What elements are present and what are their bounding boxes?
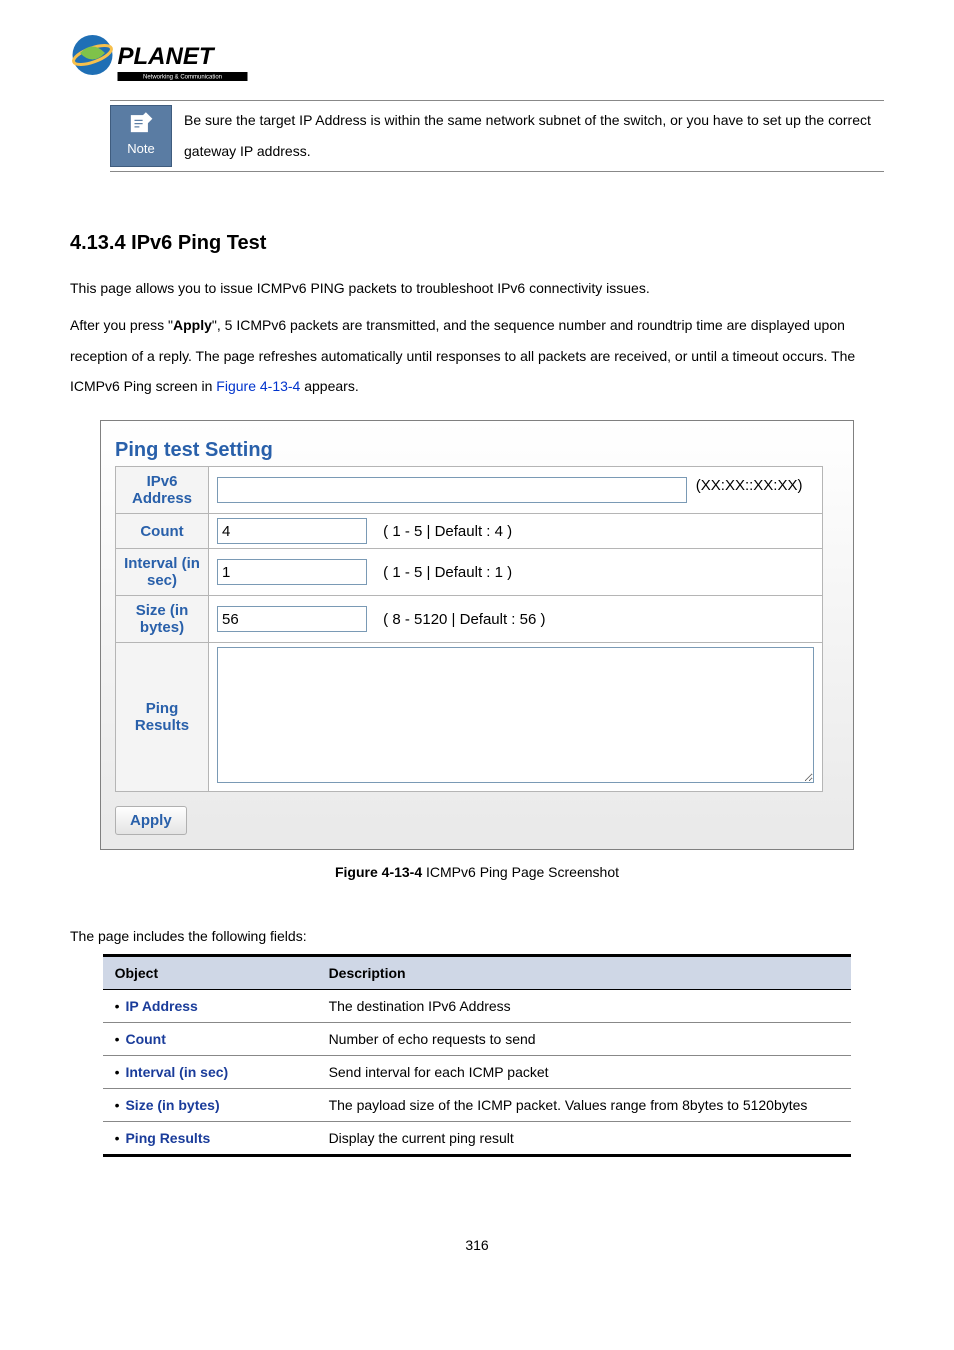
note-label: Note bbox=[127, 135, 154, 164]
logo-tagline-text: Networking & Communication bbox=[143, 75, 222, 81]
section-heading: 4.13.4 IPv6 Ping Test bbox=[70, 232, 884, 255]
input-size[interactable] bbox=[217, 606, 367, 632]
figure-caption-rest: ICMPv6 Ping Page Screenshot bbox=[422, 864, 619, 880]
label-interval: Interval (in sec) bbox=[116, 549, 209, 596]
fields-header-object: Object bbox=[103, 956, 317, 990]
field-description: Number of echo requests to send bbox=[317, 1023, 852, 1056]
field-object: Size (in bytes) bbox=[125, 1097, 219, 1113]
logo-brand-text: PLANET bbox=[118, 43, 216, 70]
row-ipv6-address: IPv6 Address (XX:XX::XX:XX) bbox=[116, 467, 823, 514]
fields-header-row: Object Description bbox=[103, 956, 852, 990]
label-size: Size (in bytes) bbox=[116, 596, 209, 643]
hint-count: ( 1 - 5 | Default : 4 ) bbox=[383, 523, 512, 540]
logo-area: PLANET Networking & Communication bbox=[70, 30, 884, 90]
label-ipv6-address: IPv6 Address bbox=[116, 467, 209, 514]
fields-row: • Size (in bytes) The payload size of the… bbox=[103, 1089, 852, 1122]
note-badge: Note bbox=[110, 105, 172, 167]
bullet-icon: • bbox=[115, 998, 120, 1014]
field-description: Display the current ping result bbox=[317, 1122, 852, 1156]
field-object: Ping Results bbox=[125, 1130, 210, 1146]
bullet-icon: • bbox=[115, 1031, 120, 1047]
hint-interval: ( 1 - 5 | Default : 1 ) bbox=[383, 564, 512, 581]
apply-button[interactable]: Apply bbox=[115, 806, 187, 835]
field-object: Interval (in sec) bbox=[125, 1064, 228, 1080]
row-size: Size (in bytes) ( 8 - 5120 | Default : 5… bbox=[116, 596, 823, 643]
hint-ipv6-address: (XX:XX::XX:XX) bbox=[696, 477, 803, 494]
fields-header-description: Description bbox=[317, 956, 852, 990]
bullet-icon: • bbox=[115, 1064, 120, 1080]
figure-caption-bold: Figure 4-13-4 bbox=[335, 864, 422, 880]
label-count: Count bbox=[116, 514, 209, 549]
intro-2c: appears. bbox=[300, 378, 358, 394]
planet-logo: PLANET Networking & Communication bbox=[70, 30, 260, 90]
figure-caption: Figure 4-13-4 ICMPv6 Ping Page Screensho… bbox=[70, 864, 884, 880]
field-description: The payload size of the ICMP packet. Val… bbox=[317, 1089, 852, 1122]
fields-row: • Count Number of echo requests to send bbox=[103, 1023, 852, 1056]
bullet-icon: • bbox=[115, 1130, 120, 1146]
input-count[interactable] bbox=[217, 518, 367, 544]
note-block: Note Be sure the target IP Address is wi… bbox=[110, 100, 884, 172]
label-results: Ping Results bbox=[116, 643, 209, 792]
fields-intro: The page includes the following fields: bbox=[70, 928, 884, 944]
input-interval[interactable] bbox=[217, 559, 367, 585]
intro-2-bold: Apply bbox=[173, 317, 212, 333]
fields-row: • IP Address The destination IPv6 Address bbox=[103, 990, 852, 1023]
bullet-icon: • bbox=[115, 1097, 120, 1113]
page-number: 316 bbox=[70, 1237, 884, 1253]
row-results: Ping Results bbox=[116, 643, 823, 792]
intro-paragraph-2: After you press "Apply", 5 ICMPv6 packet… bbox=[70, 310, 884, 402]
field-description: The destination IPv6 Address bbox=[317, 990, 852, 1023]
figure-link: Figure 4-13-4 bbox=[216, 378, 300, 394]
intro-2a: After you press " bbox=[70, 317, 173, 333]
row-interval: Interval (in sec) ( 1 - 5 | Default : 1 … bbox=[116, 549, 823, 596]
fields-table: Object Description • IP Address The desti… bbox=[103, 954, 852, 1157]
fields-row: • Ping Results Display the current ping r… bbox=[103, 1122, 852, 1156]
textarea-results[interactable] bbox=[217, 647, 814, 783]
input-ipv6-address[interactable] bbox=[217, 477, 687, 503]
note-icon bbox=[127, 109, 155, 135]
field-object: Count bbox=[125, 1031, 165, 1047]
note-text: Be sure the target IP Address is within … bbox=[184, 105, 884, 167]
intro-paragraph-1: This page allows you to issue ICMPv6 PIN… bbox=[70, 273, 884, 304]
hint-size: ( 8 - 5120 | Default : 56 ) bbox=[383, 611, 545, 628]
ping-settings-table: IPv6 Address (XX:XX::XX:XX) Count ( 1 - … bbox=[115, 466, 823, 792]
screenshot-title: Ping test Setting bbox=[115, 439, 853, 462]
row-count: Count ( 1 - 5 | Default : 4 ) bbox=[116, 514, 823, 549]
fields-row: • Interval (in sec) Send interval for eac… bbox=[103, 1056, 852, 1089]
field-object: IP Address bbox=[125, 998, 197, 1014]
screenshot-box: Ping test Setting IPv6 Address (XX:XX::X… bbox=[100, 420, 854, 850]
field-description: Send interval for each ICMP packet bbox=[317, 1056, 852, 1089]
